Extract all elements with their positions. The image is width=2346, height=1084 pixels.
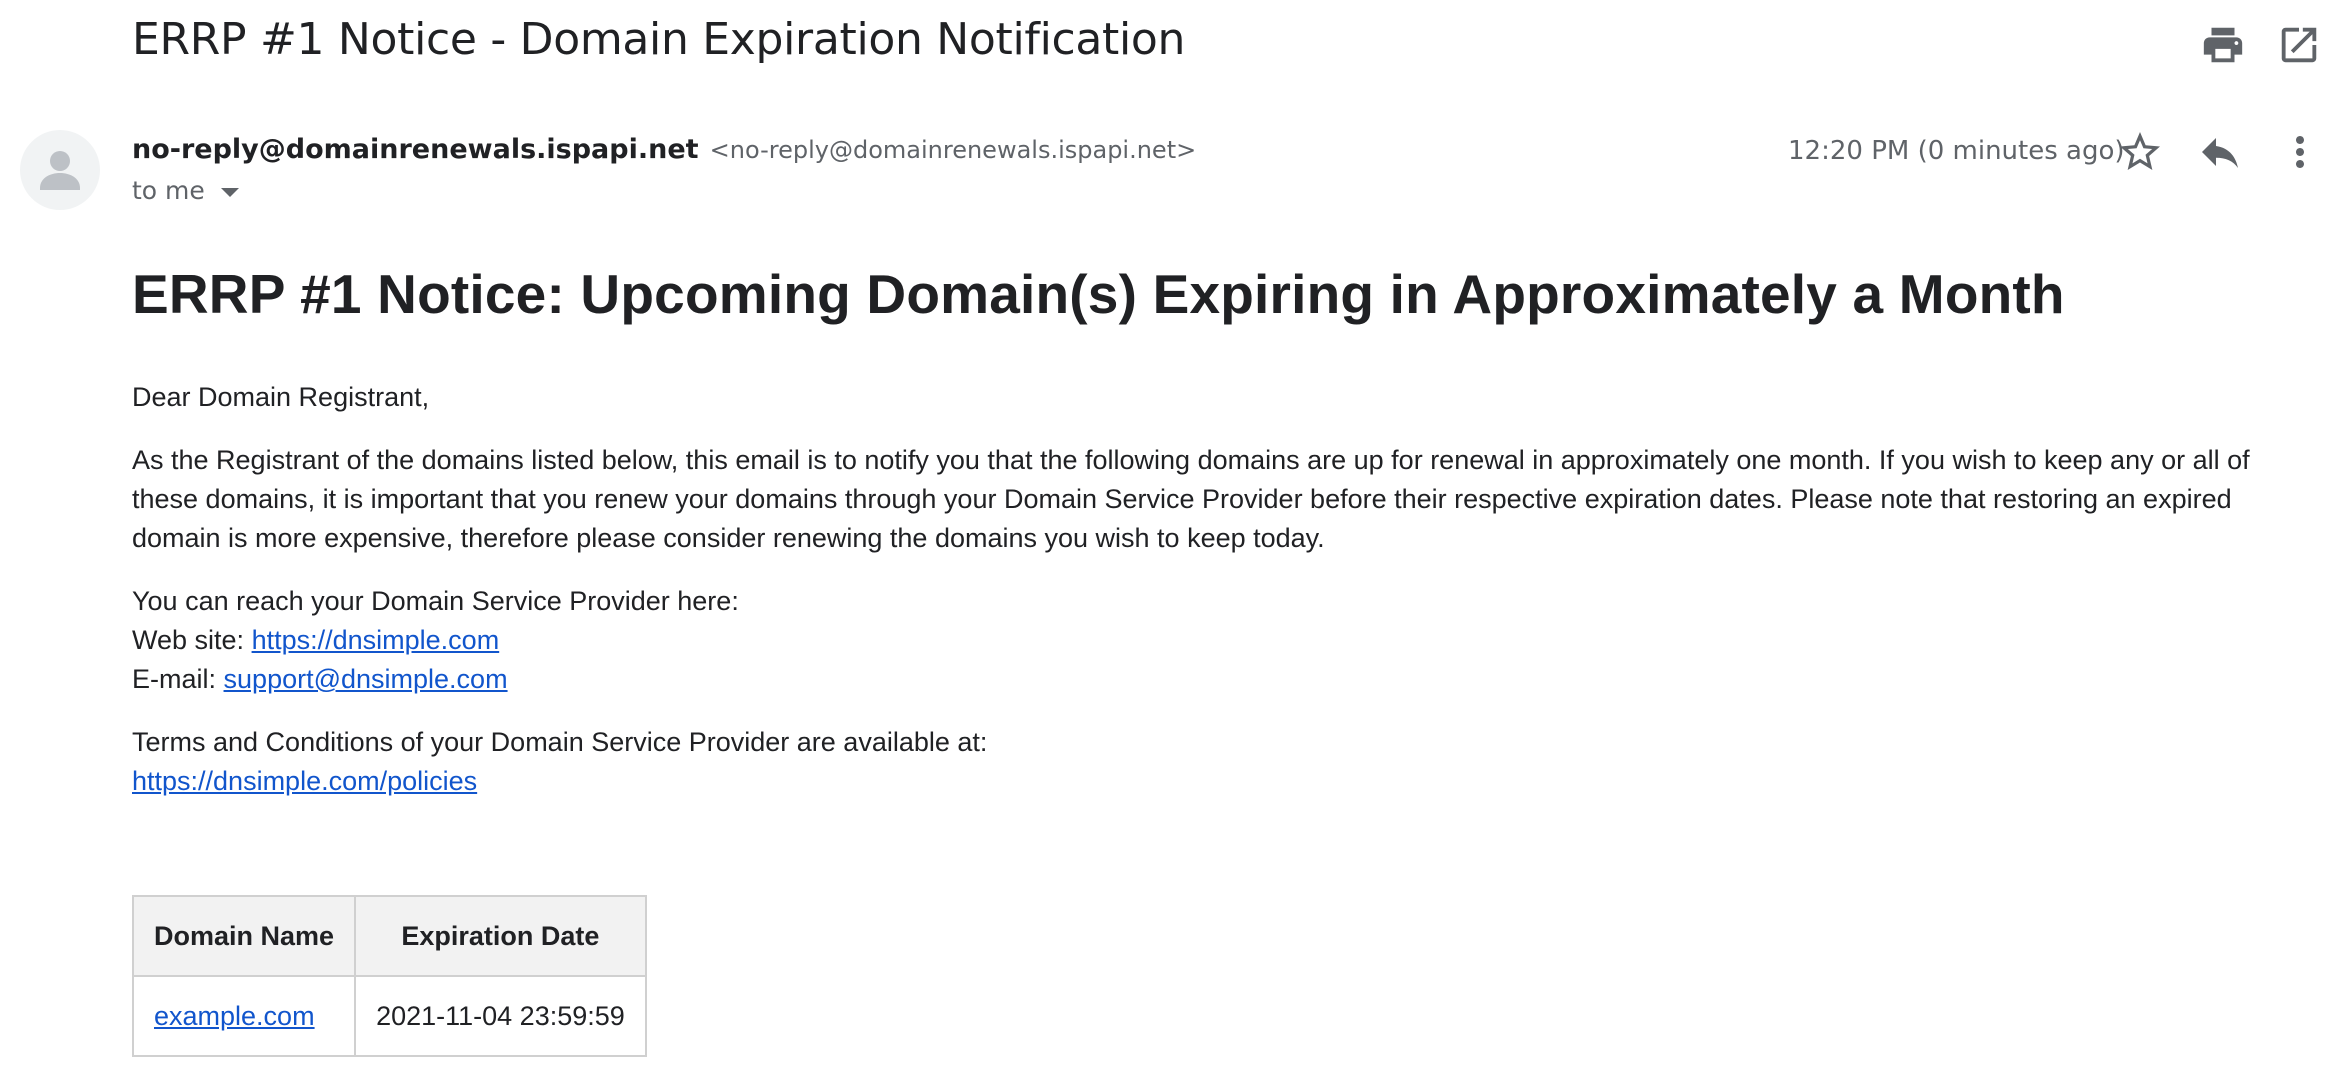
reach-intro: You can reach your Domain Service Provid… bbox=[132, 586, 739, 616]
message-headline: ERRP #1 Notice: Upcoming Domain(s) Expir… bbox=[132, 263, 2065, 325]
sender-line: no-reply@domainrenewals.ispapi.net <no-r… bbox=[132, 134, 1196, 165]
expiration-cell: 2021-11-04 23:59:59 bbox=[354, 975, 647, 1057]
domain-link[interactable]: example.com bbox=[154, 1001, 315, 1031]
terms-link[interactable]: https://dnsimple.com/policies bbox=[132, 766, 477, 796]
recipient-label: to me bbox=[132, 176, 205, 205]
print-icon[interactable] bbox=[2200, 22, 2246, 68]
star-icon[interactable] bbox=[2116, 128, 2164, 176]
website-link[interactable]: https://dnsimple.com bbox=[252, 625, 500, 655]
open-in-new-window-icon[interactable] bbox=[2276, 22, 2322, 68]
email-body: ERRP #1 Notice: Upcoming Domain(s) Expir… bbox=[131, 262, 2282, 1057]
greeting: Dear Domain Registrant, bbox=[132, 382, 430, 412]
table-row: example.com 2021-11-04 23:59:59 bbox=[131, 975, 647, 1057]
website-label: Web site: bbox=[132, 625, 245, 655]
caret-down-icon[interactable] bbox=[220, 187, 239, 197]
sender-email: <no-reply@domainrenewals.ispapi.net> bbox=[709, 136, 1197, 164]
recipient-details-toggle[interactable]: to me bbox=[132, 176, 239, 205]
support-email-link[interactable]: support@dnsimple.com bbox=[224, 664, 508, 694]
terms-paragraph: Terms and Conditions of your Domain Serv… bbox=[132, 723, 2282, 801]
column-header-expiration-date: Expiration Date bbox=[354, 895, 647, 977]
column-header-domain-name: Domain Name bbox=[131, 895, 357, 977]
notice-paragraph: As the Registrant of the domains listed … bbox=[132, 445, 2250, 553]
email-subject: ERRP #1 Notice - Domain Expiration Notif… bbox=[132, 14, 1186, 65]
email-label: E-mail: bbox=[132, 664, 217, 694]
sender-avatar bbox=[20, 130, 100, 210]
more-vertical-icon[interactable] bbox=[2276, 128, 2324, 176]
domains-table: Domain Name Expiration Date example.com … bbox=[131, 895, 647, 1057]
sender-name[interactable]: no-reply@domainrenewals.ispapi.net bbox=[132, 134, 699, 165]
default-avatar-icon bbox=[40, 151, 80, 190]
email-timestamp: 12:20 PM (0 minutes ago) bbox=[1788, 136, 2125, 166]
domain-cell: example.com bbox=[131, 975, 357, 1057]
provider-contact: You can reach your Domain Service Provid… bbox=[132, 582, 2282, 699]
table-header-row: Domain Name Expiration Date bbox=[131, 895, 647, 977]
terms-intro: Terms and Conditions of your Domain Serv… bbox=[132, 727, 988, 757]
reply-icon[interactable] bbox=[2196, 128, 2244, 176]
